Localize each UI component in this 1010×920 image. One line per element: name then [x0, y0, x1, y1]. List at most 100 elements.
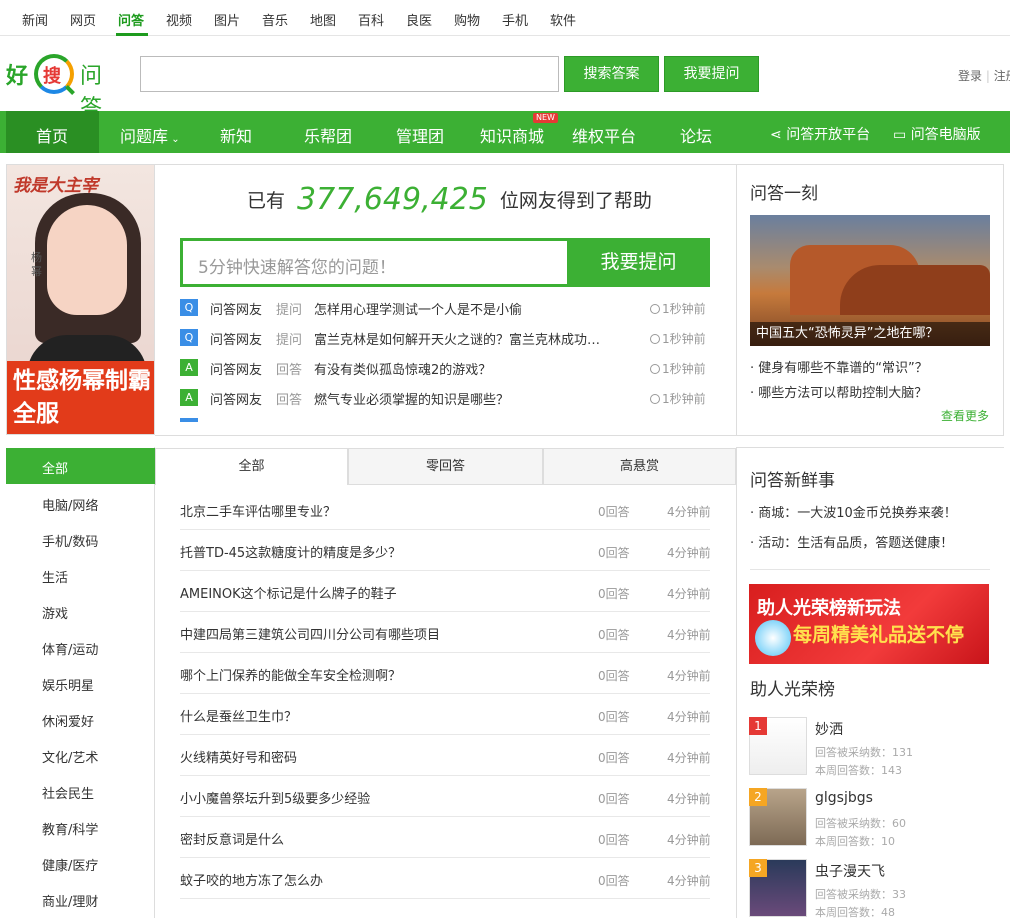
login-link[interactable]: 登录 [958, 69, 982, 83]
question-tabs: 全部 零回答 高悬赏 [155, 448, 736, 485]
category-item[interactable]: 健康/医疗 [42, 855, 98, 874]
news-divider [750, 569, 990, 570]
question-row[interactable]: 蚊子咬的地方冻了怎么办 0回答 4分钟前 [180, 858, 711, 899]
quick-ask-input[interactable]: 5分钟快速解答您的问题！ [183, 241, 567, 284]
feed-user[interactable]: 问答网友 [210, 359, 262, 378]
tab-all[interactable]: 全部 [155, 449, 348, 485]
question-row[interactable]: 小小魔兽祭坛升到5级要多少经验 0回答 4分钟前 [180, 776, 711, 817]
category-item[interactable]: 游戏 [42, 603, 68, 622]
rank-item[interactable]: 3 虫子漫天飞 回答被采纳数：33 本周回答数：48 [749, 859, 989, 919]
question-row[interactable]: 哪个上门保养的能做全车安全检测啊？ 0回答 4分钟前 [180, 653, 711, 694]
top-nav-news[interactable]: 新闻 [22, 10, 48, 29]
search-input[interactable] [140, 56, 559, 92]
question-time: 4分钟前 [667, 792, 711, 806]
category-item[interactable]: 娱乐明星 [42, 675, 94, 694]
answer-count: 0回答 [598, 628, 630, 642]
main-nav-library[interactable]: 问题库 ⌄ [120, 123, 180, 147]
question-time: 4分钟前 [667, 587, 711, 601]
rank-name[interactable]: glgsjbgs [815, 790, 873, 806]
top-nav-mobile[interactable]: 手机 [502, 10, 528, 29]
feed-item[interactable]: A 问答网友 回答 燃气专业必须掌握的知识是哪些？ 1秒钟前 [180, 387, 710, 409]
question-row[interactable]: 北京二手车评估哪里专业？ 0回答 4分钟前 [180, 489, 711, 530]
rank-item[interactable]: 2 glgsjbgs 回答被采纳数：60 本周回答数：10 [749, 788, 989, 848]
main-nav-home[interactable]: 首页 [6, 111, 99, 153]
main-nav-lebang[interactable]: 乐帮团 [304, 123, 352, 147]
qa-moment-caption[interactable]: 中国五大“恐怖灵异”之地在哪？ [750, 322, 990, 346]
main-nav-pc-version[interactable]: ▭ 问答电脑版 [893, 124, 981, 144]
feed-item[interactable]: Q 问答网友 提问 怎样用心理学测试一个人是不是小偷 1秒钟前 [180, 297, 710, 319]
question-title[interactable]: AMEINOK这个标记是什么牌子的鞋子 [180, 583, 397, 602]
category-item[interactable]: 手机/数码 [42, 531, 98, 550]
clock-icon [650, 394, 660, 404]
top-nav-qa[interactable]: 问答 [118, 10, 144, 29]
main-nav-mall[interactable]: 知识商城 [480, 123, 544, 147]
feed-question[interactable]: 富兰克林是如何解开天火之谜的？富兰克林成功… [314, 329, 624, 348]
see-more-link[interactable]: 查看更多 [941, 407, 989, 424]
category-item[interactable]: 休闲爱好 [42, 711, 94, 730]
feed-question[interactable]: 有没有类似孤岛惊魂2的游戏？ [314, 359, 624, 378]
glory-promo-banner[interactable]: 助人光荣榜新玩法 每周精美礼品送不停 [749, 584, 989, 664]
logo-hao: 好 [6, 64, 29, 89]
quick-ask-button[interactable]: 我要提问 [567, 238, 710, 287]
top-nav-software[interactable]: 软件 [550, 10, 576, 29]
top-nav-shopping[interactable]: 购物 [454, 10, 480, 29]
category-all[interactable]: 全部 [6, 448, 155, 484]
rank-item[interactable]: 1 妙洒 回答被采纳数：131 本周回答数：143 [749, 717, 989, 777]
main-nav-open-platform[interactable]: ⋖ 问答开放平台 [770, 124, 870, 144]
question-row[interactable]: 托普TD-45这款糖度计的精度是多少？ 0回答 4分钟前 [180, 530, 711, 571]
question-title[interactable]: 什么是蚕丝卫生巾？ [180, 706, 297, 725]
feed-question[interactable]: 燃气专业必须掌握的知识是哪些？ [314, 389, 624, 408]
question-row[interactable]: 密封反意词是什么 0回答 4分钟前 [180, 817, 711, 858]
category-item[interactable]: 商业/理财 [42, 891, 98, 910]
category-item[interactable]: 社会民生 [42, 783, 94, 802]
main-nav-forum[interactable]: 论坛 [680, 123, 712, 147]
question-row[interactable]: 中建四局第三建筑公司四川分公司有哪些项目 0回答 4分钟前 [180, 612, 711, 653]
question-row[interactable]: 什么是蚕丝卫生巾？ 0回答 4分钟前 [180, 694, 711, 735]
feed-question[interactable]: 怎样用心理学测试一个人是不是小偷 [314, 299, 624, 318]
top-nav-map[interactable]: 地图 [310, 10, 336, 29]
rank-weekly: 本周回答数：10 [815, 835, 895, 848]
top-nav-music[interactable]: 音乐 [262, 10, 288, 29]
top-nav-images[interactable]: 图片 [214, 10, 240, 29]
question-title[interactable]: 蚊子咬的地方冻了怎么办 [180, 870, 323, 889]
question-row[interactable]: AMEINOK这个标记是什么牌子的鞋子 0回答 4分钟前 [180, 571, 711, 612]
register-link[interactable]: 注册 [994, 69, 1010, 83]
tab-zero-answers[interactable]: 零回答 [348, 449, 543, 485]
rank-name[interactable]: 妙洒 [815, 719, 843, 739]
main-nav-xinzhi[interactable]: 新知 [220, 123, 252, 147]
top-nav-video[interactable]: 视频 [166, 10, 192, 29]
news-link[interactable]: · 商城：一大波10金币兑换券来袭！ [750, 502, 957, 521]
question-title[interactable]: 火线精英好号和密码 [180, 747, 297, 766]
rank-name[interactable]: 虫子漫天飞 [815, 861, 885, 881]
search-answers-button[interactable]: 搜索答案 [564, 56, 659, 92]
feed-user[interactable]: 问答网友 [210, 389, 262, 408]
question-title[interactable]: 哪个上门保养的能做全车安全检测啊？ [180, 665, 401, 684]
top-nav-doctor[interactable]: 良医 [406, 10, 432, 29]
qa-moment-link[interactable]: · 健身有哪些不靠谱的“常识”？ [750, 357, 928, 376]
feed-user[interactable]: 问答网友 [210, 329, 262, 348]
category-item[interactable]: 电脑/网络 [42, 495, 98, 514]
top-nav-baike[interactable]: 百科 [358, 10, 384, 29]
feed-item[interactable]: Q 问答网友 提问 富兰克林是如何解开天火之谜的？富兰克林成功… 1秒钟前 [180, 327, 710, 349]
category-item[interactable]: 教育/科学 [42, 819, 98, 838]
tab-high-reward[interactable]: 高悬赏 [543, 449, 736, 485]
ask-question-header-button[interactable]: 我要提问 [664, 56, 759, 92]
question-title[interactable]: 小小魔兽祭坛升到5级要多少经验 [180, 788, 370, 807]
feed-user[interactable]: 问答网友 [210, 299, 262, 318]
left-ad-banner[interactable]: 我是大主宰 杨幂 性感杨幂制霸全服 [6, 164, 155, 435]
question-title[interactable]: 密封反意词是什么 [180, 829, 284, 848]
question-row[interactable]: 火线精英好号和密码 0回答 4分钟前 [180, 735, 711, 776]
category-item[interactable]: 文化/艺术 [42, 747, 98, 766]
main-nav-rights[interactable]: 维权平台 [572, 123, 636, 147]
category-item[interactable]: 生活 [42, 567, 68, 586]
news-link[interactable]: · 活动：生活有品质，答题送健康！ [750, 532, 953, 551]
qa-moment-link[interactable]: · 哪些方法可以帮助控制大脑？ [750, 382, 927, 401]
feed-item[interactable]: A 问答网友 回答 有没有类似孤岛惊魂2的游戏？ 1秒钟前 [180, 357, 710, 379]
category-item[interactable]: 体育/运动 [42, 639, 98, 658]
question-title[interactable]: 托普TD-45这款糖度计的精度是多少？ [180, 542, 401, 561]
top-nav-web[interactable]: 网页 [70, 10, 96, 29]
logo-magnifier-handle [65, 85, 75, 95]
question-title[interactable]: 中建四局第三建筑公司四川分公司有哪些项目 [180, 624, 440, 643]
question-title[interactable]: 北京二手车评估哪里专业？ [180, 501, 336, 520]
main-nav-manage[interactable]: 管理团 [396, 123, 444, 147]
